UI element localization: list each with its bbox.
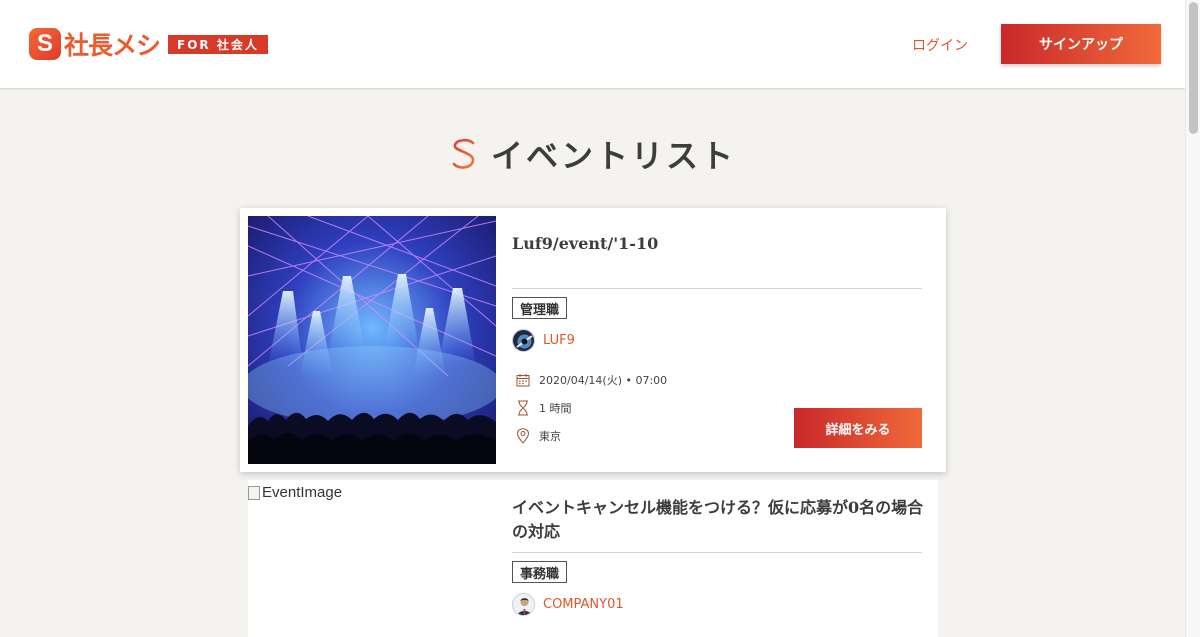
- view-details-button[interactable]: 詳細をみる: [794, 408, 922, 448]
- event-image[interactable]: [248, 216, 496, 464]
- signup-button[interactable]: サインアップ: [1001, 24, 1161, 64]
- calendar-icon: [516, 374, 530, 387]
- event-image[interactable]: EventImage: [248, 484, 342, 501]
- scrollbar-thumb[interactable]: [1189, 2, 1198, 134]
- brand-s-icon: [452, 138, 475, 169]
- event-title[interactable]: Luf9/event/'1-10: [512, 232, 922, 256]
- broken-image-icon: [248, 485, 260, 500]
- site-logo[interactable]: S 社長メシ FOR 社会人: [29, 28, 268, 60]
- logo-mark: S: [29, 28, 61, 60]
- company-avatar[interactable]: [512, 329, 535, 352]
- event-image-alt: EventImage: [262, 484, 343, 501]
- event-duration: 1 時間: [539, 402, 572, 415]
- company-info: LUF9: [512, 329, 575, 352]
- logo-text: 社長メシ: [64, 31, 161, 60]
- event-card: EventImage イベントキャンセル機能をつける？仮に応募が0名の場合の対応…: [248, 480, 938, 637]
- divider: [512, 552, 922, 553]
- event-date: 2020/04/14(火) • 07:00: [539, 374, 668, 387]
- event-card: Luf9/event/'1-10 管理職 LUF9 2020/04/14(火) …: [240, 208, 946, 472]
- company-info: COMPANY01: [512, 593, 624, 616]
- login-link[interactable]: ログイン: [912, 35, 968, 55]
- category-tag: 事務職: [512, 561, 568, 583]
- event-location: 東京: [539, 430, 561, 443]
- page-scrollbar[interactable]: [1185, 0, 1200, 637]
- event-date-row: 2020/04/14(火) • 07:00: [516, 372, 667, 388]
- map-pin-icon: [516, 428, 530, 444]
- company-link[interactable]: LUF9: [543, 333, 575, 348]
- page-title-text: イベントリスト: [490, 137, 736, 175]
- company-link[interactable]: COMPANY01: [543, 597, 624, 612]
- event-title[interactable]: イベントキャンセル機能をつける？仮に応募が0名の場合の対応: [512, 496, 932, 544]
- page-title: イベントリスト: [0, 132, 1185, 176]
- category-tag: 管理職: [512, 297, 568, 319]
- logo-tagline: FOR 社会人: [168, 34, 268, 54]
- site-header: S 社長メシ FOR 社会人 ログイン サインアップ: [0, 0, 1185, 88]
- event-location-row: 東京: [516, 428, 561, 444]
- event-duration-row: 1 時間: [516, 400, 572, 416]
- divider: [512, 288, 922, 289]
- hourglass-icon: [518, 400, 528, 416]
- company-avatar[interactable]: [512, 593, 535, 616]
